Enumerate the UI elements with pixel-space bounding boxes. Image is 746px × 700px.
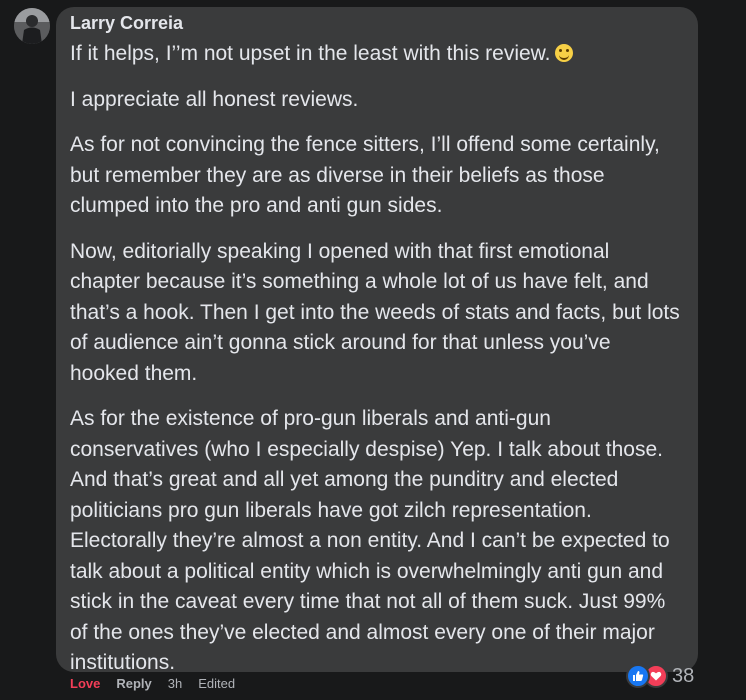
comment-actions: Love Reply 3h Edited	[70, 676, 235, 691]
comment-paragraph: Now, editorially speaking I opened with …	[70, 239, 680, 385]
reactions-summary[interactable]: 38	[626, 664, 694, 688]
like-icon	[626, 664, 650, 688]
comment-bubble: Larry Correia If it helps, I’’m not upse…	[56, 7, 698, 674]
edited-label[interactable]: Edited	[198, 676, 235, 691]
author-name[interactable]: Larry Correia	[70, 13, 183, 34]
comment: Larry Correia If it helps, I’’m not upse…	[0, 0, 746, 700]
slightly-smiling-face-icon	[554, 44, 573, 62]
love-button[interactable]: Love	[70, 676, 100, 691]
comment-paragraph: As for not convincing the fence sitters,…	[70, 133, 660, 217]
comment-paragraph: If it helps, I’’m not upset in the least…	[70, 39, 685, 70]
comment-paragraph: I appreciate all honest reviews.	[70, 87, 359, 111]
comment-paragraph-text: If it helps, I’’m not upset in the least…	[70, 42, 551, 65]
comment-body: If it helps, I’’m not upset in the least…	[70, 39, 685, 694]
timestamp-link[interactable]: 3h	[168, 676, 182, 691]
reaction-count: 38	[672, 664, 695, 687]
comment-paragraph: As for the existence of pro-gun liberals…	[70, 407, 670, 674]
reply-button[interactable]: Reply	[116, 676, 151, 691]
profile-photo-icon	[14, 8, 50, 44]
avatar[interactable]	[14, 8, 50, 44]
